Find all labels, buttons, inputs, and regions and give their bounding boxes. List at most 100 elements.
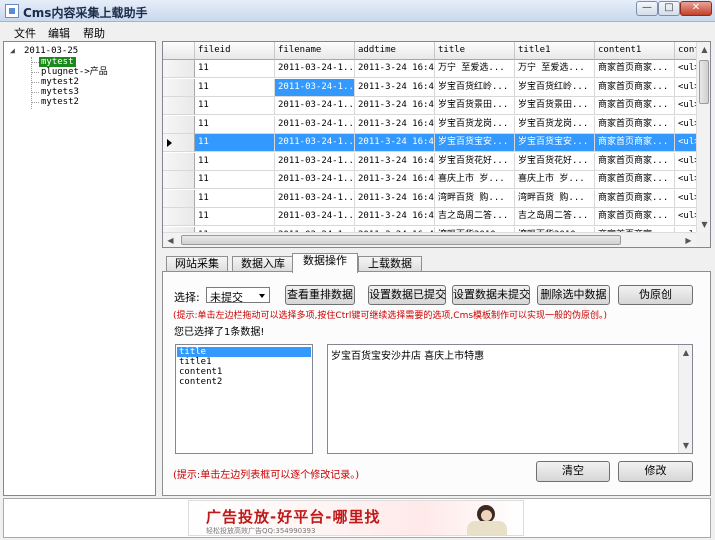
scroll-up-icon[interactable]: ▲ — [679, 345, 693, 360]
list-item[interactable]: content1 — [177, 367, 222, 377]
table-cell[interactable]: <ul> — [675, 153, 696, 171]
set-unsubmitted-button[interactable]: 设置数据未提交 — [452, 285, 530, 305]
table-cell[interactable]: 11 — [195, 97, 275, 115]
delete-selected-button[interactable]: 删除选中数据 — [537, 285, 610, 305]
tree-root[interactable]: 2011-03-25 — [24, 46, 78, 56]
edit-button[interactable]: 修改 — [618, 461, 693, 482]
list-item[interactable]: title1 — [177, 357, 212, 367]
ad-banner[interactable]: 广告投放-好平台-哪里找 轻松投放高效广告QQ:354990393 — [188, 500, 524, 536]
table-cell[interactable]: 11 — [195, 171, 275, 189]
tab-data-ops[interactable]: 数据操作 — [292, 253, 358, 273]
table-cell[interactable]: <ul> — [675, 116, 696, 134]
list-item[interactable]: title — [177, 347, 311, 357]
tree-item-plugnet[interactable]: plugnet->产品 — [41, 67, 108, 77]
table-cell[interactable]: 岁宝百货宝安... — [435, 134, 515, 152]
table-cell[interactable]: 岁宝百货花好... — [435, 152, 515, 171]
table-cell[interactable]: 喜庆上市 岁... — [435, 171, 515, 189]
table-cell[interactable]: 商家首页商家... — [595, 78, 675, 97]
scroll-up-icon[interactable]: ▲ — [697, 42, 710, 57]
table-cell[interactable]: 商家首页商家... — [595, 189, 675, 208]
content-textarea[interactable]: 岁宝百货宝安沙井店 喜庆上市特惠 ▲ ▼ — [327, 344, 693, 454]
row-header[interactable] — [163, 97, 195, 115]
table-cell[interactable]: 2011-3-24 16:47 — [355, 134, 435, 152]
table-cell[interactable]: 2011-3-24 16:47 — [355, 189, 435, 208]
table-cell[interactable]: 11 — [195, 134, 275, 152]
tree-item-mytest[interactable]: mytest — [39, 57, 76, 67]
vertical-scrollbar[interactable]: ▲ ▼ — [696, 42, 710, 232]
close-button[interactable]: ✕ — [680, 1, 712, 16]
table-cell[interactable]: <ul> — [675, 60, 696, 78]
row-header[interactable] — [163, 134, 195, 152]
textarea-scrollbar[interactable]: ▲ ▼ — [678, 345, 692, 453]
table-cell[interactable]: 2011-03-24-1... — [275, 115, 355, 134]
table-cell[interactable]: 商家首页商家... — [595, 115, 675, 134]
table-cell[interactable]: 商家首页商家... — [595, 60, 675, 78]
tab-site-crawl[interactable]: 网站采集 — [166, 256, 228, 272]
row-header[interactable] — [163, 78, 195, 97]
pseudo-original-button[interactable]: 伪原创 — [618, 285, 693, 305]
table-cell[interactable]: 万宁 至爱选... — [435, 60, 515, 78]
scroll-left-icon[interactable]: ◀ — [163, 233, 178, 247]
field-listbox[interactable]: title title1 content1 content2 — [175, 344, 313, 454]
row-header[interactable] — [163, 60, 195, 78]
table-cell[interactable]: 吉之岛周二答... — [515, 208, 595, 226]
table-cell[interactable]: 商家首页商家... — [595, 208, 675, 226]
menu-help[interactable]: 帮助 — [83, 25, 105, 41]
table-cell[interactable]: 2011-3-24 16:47 — [355, 60, 435, 78]
column-header[interactable]: fileid — [195, 42, 275, 60]
tree-item-mytets3[interactable]: mytets3 — [41, 87, 79, 97]
table-cell[interactable]: <ul> — [675, 171, 696, 189]
table-cell[interactable]: 岁宝百货景田... — [435, 97, 515, 115]
table-cell[interactable]: 2011-03-24-1... — [275, 208, 355, 226]
table-cell[interactable]: 2011-3-24 16:47 — [355, 78, 435, 97]
table-cell[interactable]: 商家首页商家... — [595, 171, 675, 189]
row-header[interactable] — [163, 208, 195, 226]
table-cell[interactable]: 11 — [195, 208, 275, 226]
table-cell[interactable]: 岁宝百货景田... — [515, 97, 595, 115]
row-header[interactable] — [163, 115, 195, 134]
set-submitted-button[interactable]: 设置数据已提交 — [368, 285, 446, 305]
column-header[interactable]: addtime — [355, 42, 435, 60]
table-cell[interactable]: 岁宝百货龙岗... — [515, 115, 595, 134]
expand-icon[interactable]: ◢ — [10, 46, 15, 56]
table-cell[interactable]: 11 — [195, 60, 275, 78]
horizontal-scrollbar[interactable]: ◀ ▶ — [163, 232, 696, 247]
table-cell[interactable]: 2011-3-24 16:47 — [355, 97, 435, 115]
clear-button[interactable]: 清空 — [536, 461, 610, 482]
table-cell[interactable]: 2011-3-24 16:47 — [355, 208, 435, 226]
table-cell[interactable]: 11 — [195, 152, 275, 171]
column-header[interactable]: title1 — [515, 42, 595, 60]
maximize-button[interactable]: □ — [658, 1, 680, 16]
column-header[interactable]: filename — [275, 42, 355, 60]
table-cell[interactable]: 岁宝百货花好... — [515, 152, 595, 171]
menu-file[interactable]: 文件 — [14, 25, 36, 41]
table-cell[interactable]: 11 — [195, 78, 275, 97]
scroll-down-icon[interactable]: ▼ — [697, 217, 710, 232]
table-cell[interactable]: 2011-3-24 16:47 — [355, 152, 435, 171]
column-header[interactable]: content1 — [595, 42, 675, 60]
table-cell[interactable]: 2011-03-24-1... — [275, 189, 355, 208]
minimize-button[interactable]: — — [636, 1, 658, 16]
row-header[interactable] — [163, 189, 195, 208]
table-cell[interactable]: 2011-03-24-1... — [275, 134, 355, 152]
table-cell[interactable]: 11 — [195, 189, 275, 208]
tree-item-mytest2[interactable]: mytest2 — [41, 77, 79, 87]
status-select[interactable]: 未提交 — [206, 287, 270, 304]
column-header[interactable]: title — [435, 42, 515, 60]
table-cell[interactable]: <ul> — [675, 190, 696, 208]
menu-edit[interactable]: 编辑 — [48, 25, 70, 41]
row-header[interactable] — [163, 171, 195, 189]
table-cell[interactable]: 商家首页商家... — [595, 97, 675, 115]
table-cell[interactable]: 喜庆上市 岁... — [515, 171, 595, 189]
tab-data-import[interactable]: 数据入库 — [232, 256, 294, 272]
table-cell[interactable]: 商家首页商家... — [595, 134, 675, 152]
table-cell[interactable]: 2011-3-24 16:47 — [355, 171, 435, 189]
table-cell[interactable]: <ul> — [675, 208, 696, 226]
table-cell[interactable]: 商家首页商家... — [595, 152, 675, 171]
data-grid[interactable]: fileid filename addtime title title1 content1… — [162, 41, 711, 248]
row-header[interactable] — [163, 152, 195, 171]
column-header[interactable]: cont — [675, 42, 696, 60]
list-item[interactable]: content2 — [177, 377, 222, 387]
table-cell[interactable]: <ul> — [675, 97, 696, 115]
scroll-right-icon[interactable]: ▶ — [681, 233, 696, 247]
